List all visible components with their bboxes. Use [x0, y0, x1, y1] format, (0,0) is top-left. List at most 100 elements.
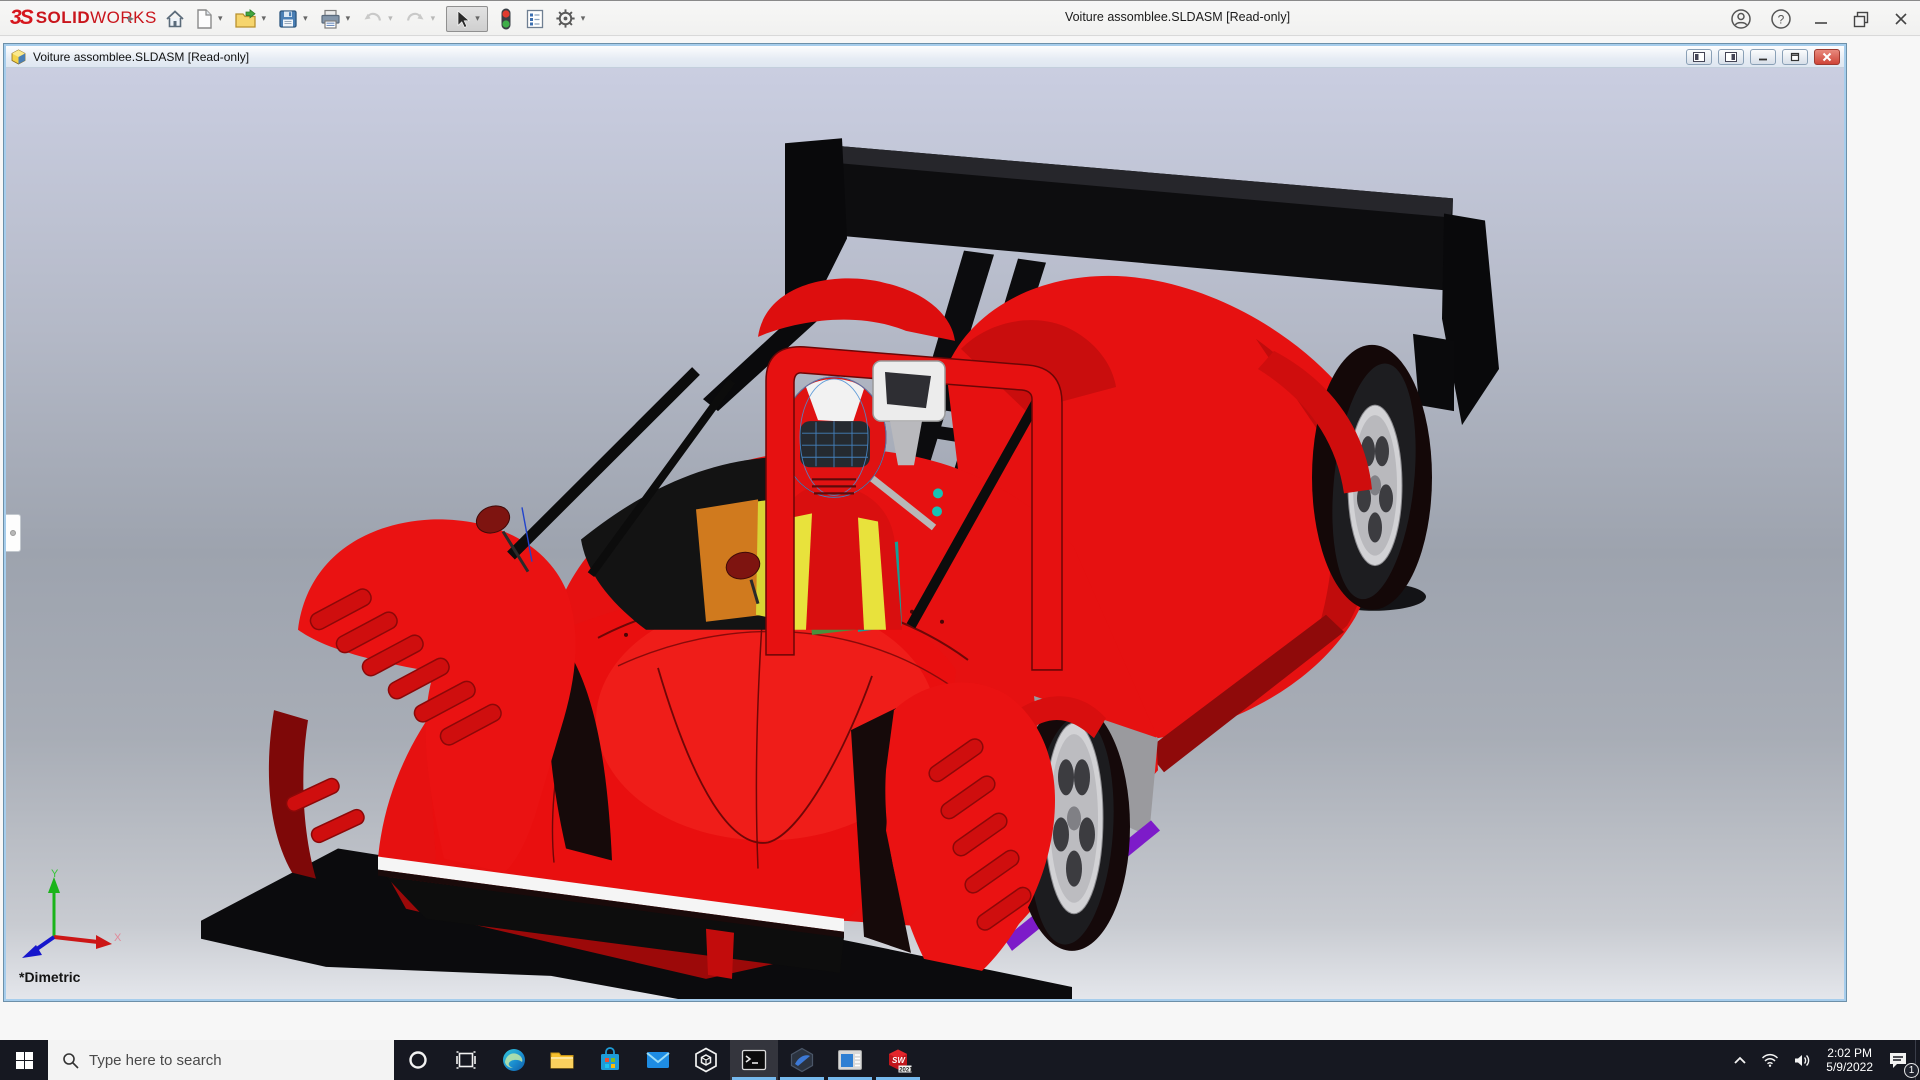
command-prompt-icon [741, 1048, 767, 1072]
home-icon [164, 8, 186, 30]
doc-restore-button[interactable] [1782, 49, 1808, 65]
feature-manager-splitter-tab[interactable] [6, 514, 21, 552]
taskbar-search[interactable]: Type here to search [48, 1040, 394, 1080]
doc-minimize-icon [1757, 52, 1769, 62]
tray-date: 5/9/2022 [1826, 1060, 1873, 1074]
print-dropdown-caret[interactable]: ▾ [346, 13, 354, 24]
taskbar-solidworks-button[interactable]: SW 2021 [874, 1040, 922, 1080]
taskbar-edge-button[interactable] [490, 1040, 538, 1080]
edge-icon [501, 1047, 527, 1073]
save-icon [277, 8, 299, 30]
select-tool-button-active[interactable]: ▾ [446, 6, 488, 32]
windows-taskbar: Type here to search SW 2021 [0, 1040, 1920, 1080]
tray-clock[interactable]: 2:02 PM 5/9/2022 [1818, 1046, 1881, 1074]
rebuild-button[interactable] [492, 5, 520, 33]
open-dropdown-caret[interactable]: ▾ [262, 13, 270, 24]
solidworks-logo: 3S SOLIDWORKS [10, 6, 157, 30]
new-dropdown-caret[interactable]: ▾ [218, 13, 226, 24]
options-dropdown-caret[interactable]: ▾ [581, 13, 589, 24]
redo-button[interactable] [400, 5, 431, 33]
undo-icon [361, 8, 384, 30]
splitter-grip-icon [10, 530, 16, 536]
file-explorer-icon [549, 1047, 575, 1073]
options-button[interactable] [550, 5, 581, 33]
taskbar-mail-button[interactable] [634, 1040, 682, 1080]
tray-chevron-button[interactable] [1726, 1040, 1754, 1080]
restore-button[interactable] [1848, 6, 1874, 32]
redo-icon [404, 8, 427, 30]
print-icon [319, 8, 342, 30]
save-dropdown-caret[interactable]: ▾ [303, 13, 311, 24]
undo-button[interactable] [357, 5, 388, 33]
triad-x-label: X [114, 932, 122, 944]
minimize-button[interactable] [1808, 6, 1834, 32]
3d-viewer-icon [693, 1047, 719, 1073]
doc-restore-icon [1789, 52, 1801, 62]
3d-model-voiture [6, 68, 1844, 999]
open-button[interactable] [230, 5, 262, 33]
new-document-button[interactable] [190, 5, 218, 33]
save-button[interactable] [273, 5, 303, 33]
rebuild-traffic-light-icon [496, 7, 516, 31]
pane-left-icon [1693, 52, 1705, 62]
taskbar-store-button[interactable] [586, 1040, 634, 1080]
wifi-icon [1761, 1053, 1779, 1067]
microsoft-store-icon [598, 1047, 622, 1073]
tray-wifi-button[interactable] [1754, 1040, 1786, 1080]
speaker-icon [1793, 1053, 1811, 1068]
undo-dropdown-caret[interactable]: ▾ [388, 13, 396, 24]
taskbar-remote-window-button[interactable] [826, 1040, 874, 1080]
doc-close-button[interactable] [1814, 49, 1840, 65]
redo-dropdown-caret[interactable]: ▾ [431, 13, 439, 24]
brand-bold: SOLID [36, 8, 90, 27]
chevron-up-icon [1733, 1055, 1747, 1065]
account-button[interactable] [1728, 6, 1754, 32]
brand-light: WORKS [90, 8, 157, 27]
view-orientation-label: *Dimetric [19, 969, 80, 985]
file-properties-button[interactable] [520, 5, 550, 33]
cortana-icon [407, 1049, 429, 1071]
search-placeholder: Type here to search [89, 1052, 222, 1069]
restore-icon [1851, 9, 1871, 29]
print-button[interactable] [315, 5, 346, 33]
taskbar-file-explorer-button[interactable] [538, 1040, 586, 1080]
document-window: Voiture assomblee.SLDASM [Read-only] [4, 44, 1846, 1001]
home-button[interactable] [160, 5, 190, 33]
select-dropdown-caret[interactable]: ▾ [475, 13, 483, 24]
cortana-button[interactable] [394, 1040, 442, 1080]
close-icon [1892, 10, 1910, 28]
pane-right-icon [1725, 52, 1737, 62]
show-pane-left-button[interactable] [1686, 49, 1712, 65]
search-icon [62, 1052, 79, 1069]
close-button[interactable] [1888, 6, 1914, 32]
app-window-icon [837, 1049, 863, 1071]
open-folder-icon [234, 8, 258, 30]
taskbar-3d-viewer-button[interactable] [682, 1040, 730, 1080]
select-cursor-icon [451, 8, 471, 30]
action-center-button[interactable]: 1 [1881, 1040, 1915, 1080]
taskbar-3dexperience-button[interactable] [778, 1040, 826, 1080]
help-icon: ? [1770, 8, 1792, 30]
help-button[interactable]: ? [1768, 6, 1794, 32]
assembly-icon [10, 49, 27, 65]
task-view-button[interactable] [442, 1040, 490, 1080]
tray-time: 2:02 PM [1826, 1046, 1873, 1060]
windows-start-icon [16, 1052, 33, 1069]
account-icon [1730, 8, 1752, 30]
hexagon-app-icon [789, 1047, 815, 1073]
document-title-bar[interactable]: Voiture assomblee.SLDASM [Read-only] [6, 46, 1844, 68]
triad-y-label: Y [51, 869, 59, 880]
options-gear-icon [554, 7, 577, 30]
show-pane-right-button[interactable] [1718, 49, 1744, 65]
new-document-icon [194, 8, 214, 30]
taskbar-command-prompt-button[interactable] [730, 1040, 778, 1080]
orientation-triad: Y X [16, 869, 126, 959]
window-title: Voiture assomblee.SLDASM [Read-only] [1040, 10, 1315, 24]
mail-icon [645, 1048, 671, 1072]
notification-badge: 1 [1904, 1063, 1919, 1078]
graphics-viewport[interactable]: Y X *Dimetric [6, 68, 1844, 999]
doc-minimize-button[interactable] [1750, 49, 1776, 65]
start-button[interactable] [0, 1040, 48, 1080]
tray-volume-button[interactable] [1786, 1040, 1818, 1080]
menu-expand-arrow-icon[interactable]: ▸ [128, 11, 134, 25]
